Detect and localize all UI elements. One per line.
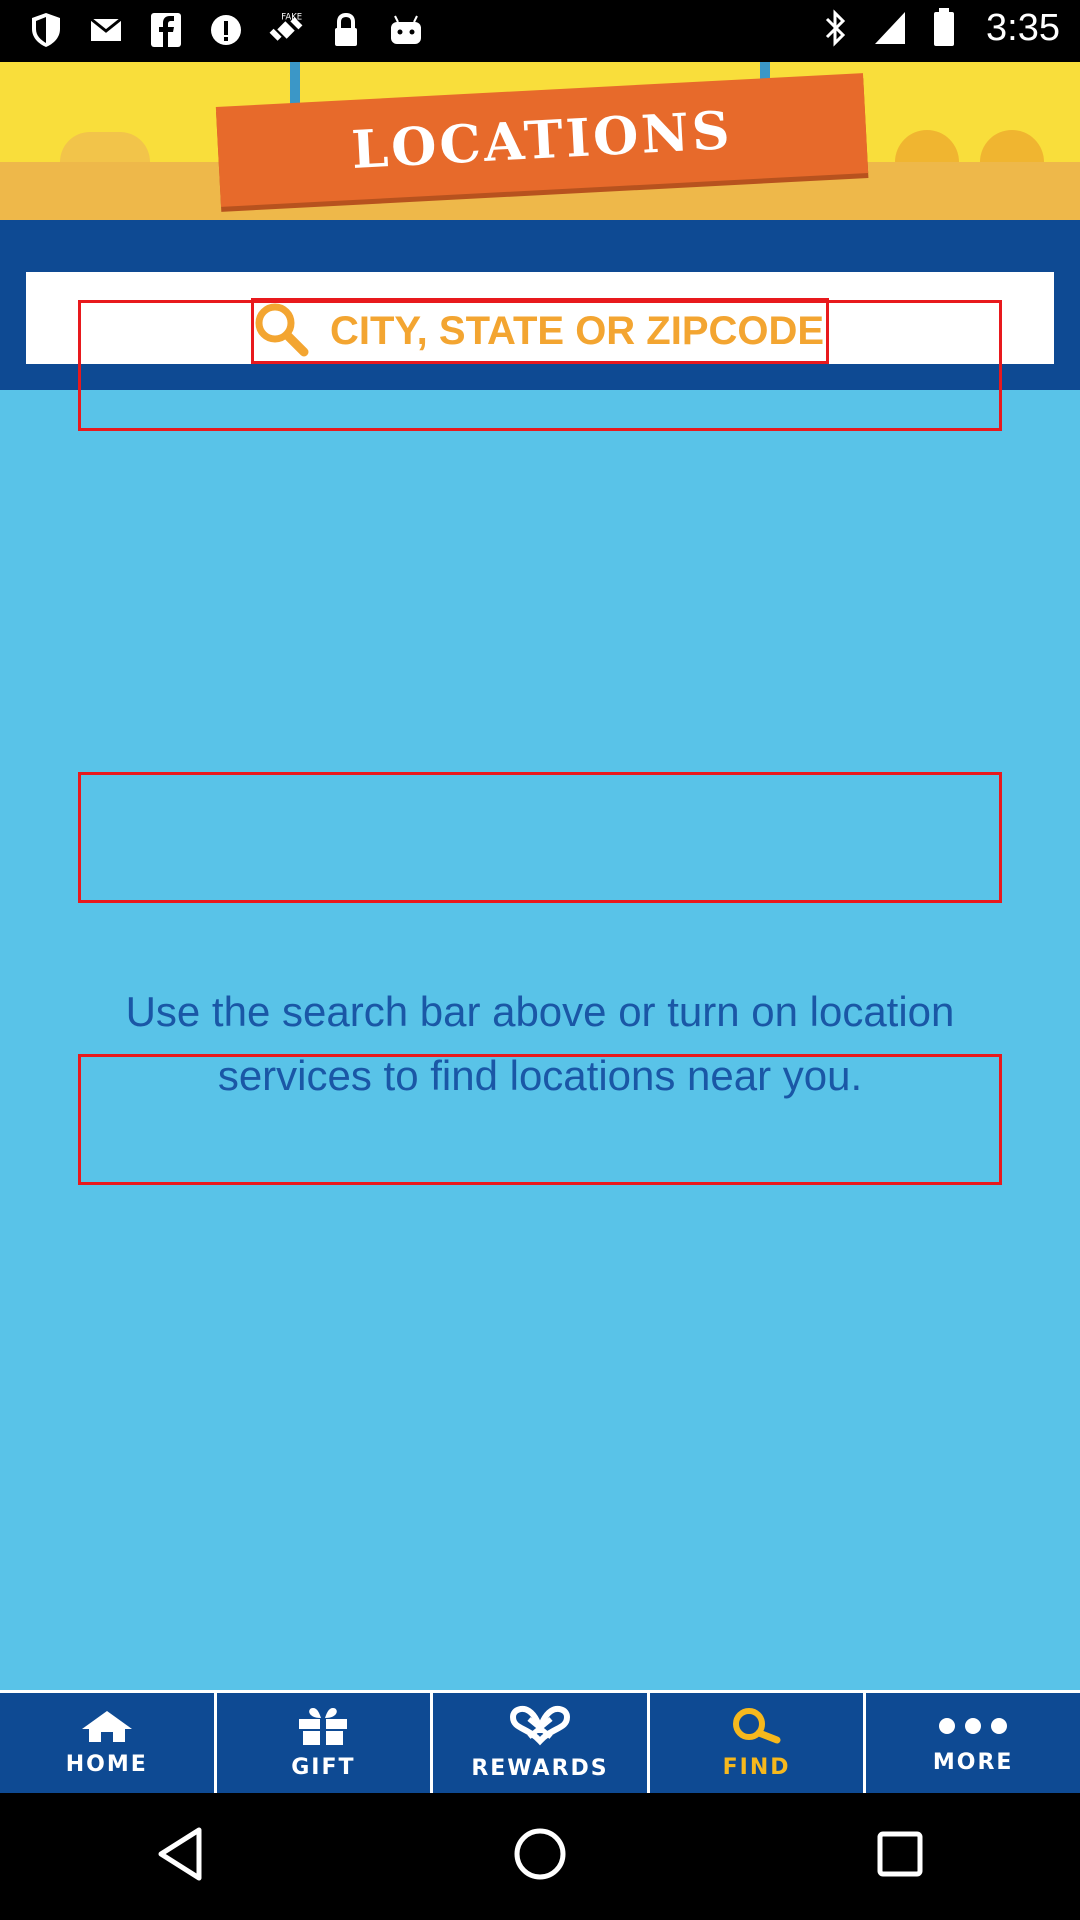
tab-label: MORE (932, 1750, 1014, 1775)
tab-home[interactable]: HOME (0, 1693, 217, 1793)
battery-icon (926, 8, 962, 48)
shield-icon (28, 10, 64, 50)
tab-label: FIND (722, 1755, 791, 1780)
tab-label: GIFT (291, 1755, 356, 1780)
system-nav-bar (0, 1793, 1080, 1920)
tab-label: HOME (65, 1752, 148, 1777)
mail-icon (88, 10, 124, 50)
back-icon (155, 1826, 205, 1887)
clock: 3:35 (986, 6, 1060, 49)
highlight-box (78, 772, 1002, 903)
tab-find[interactable]: FIND (650, 1693, 867, 1793)
info-icon (208, 10, 244, 50)
back-button[interactable] (120, 1807, 240, 1907)
home-button[interactable] (480, 1807, 600, 1907)
search-icon (727, 1706, 787, 1751)
fake-gps-icon: FAKE (268, 10, 304, 50)
banner-decoration (895, 130, 959, 162)
banner-decoration (60, 132, 150, 162)
highlight-box (251, 298, 829, 364)
pretzel-icon (507, 1705, 573, 1752)
recents-button[interactable] (840, 1807, 960, 1907)
highlight-box (78, 1054, 1002, 1185)
svg-text:FAKE: FAKE (281, 13, 302, 23)
bottom-tab-bar: HOME GIFT REWARDS FIND MORE (0, 1690, 1080, 1793)
tab-label: REWARDS (471, 1756, 609, 1781)
facebook-icon (148, 10, 184, 50)
recents-icon (875, 1829, 925, 1884)
locations-banner: LOCATIONS (0, 62, 1080, 220)
banner-decoration (980, 130, 1044, 162)
gift-icon (295, 1706, 351, 1751)
tab-rewards[interactable]: REWARDS (433, 1693, 650, 1793)
more-icon (933, 1711, 1013, 1746)
bluetooth-icon (818, 8, 854, 48)
home-icon (80, 1709, 134, 1748)
android-icon (388, 10, 424, 50)
signal-icon (872, 8, 908, 48)
tab-more[interactable]: MORE (866, 1693, 1080, 1793)
main-content: Use the search bar above or turn on loca… (0, 390, 1080, 1690)
status-bar: FAKE 3:35 (0, 0, 1080, 62)
page-title: LOCATIONS (350, 99, 734, 181)
home-circle-icon (512, 1826, 568, 1887)
lock-icon (328, 10, 364, 50)
tab-gift[interactable]: GIFT (217, 1693, 434, 1793)
